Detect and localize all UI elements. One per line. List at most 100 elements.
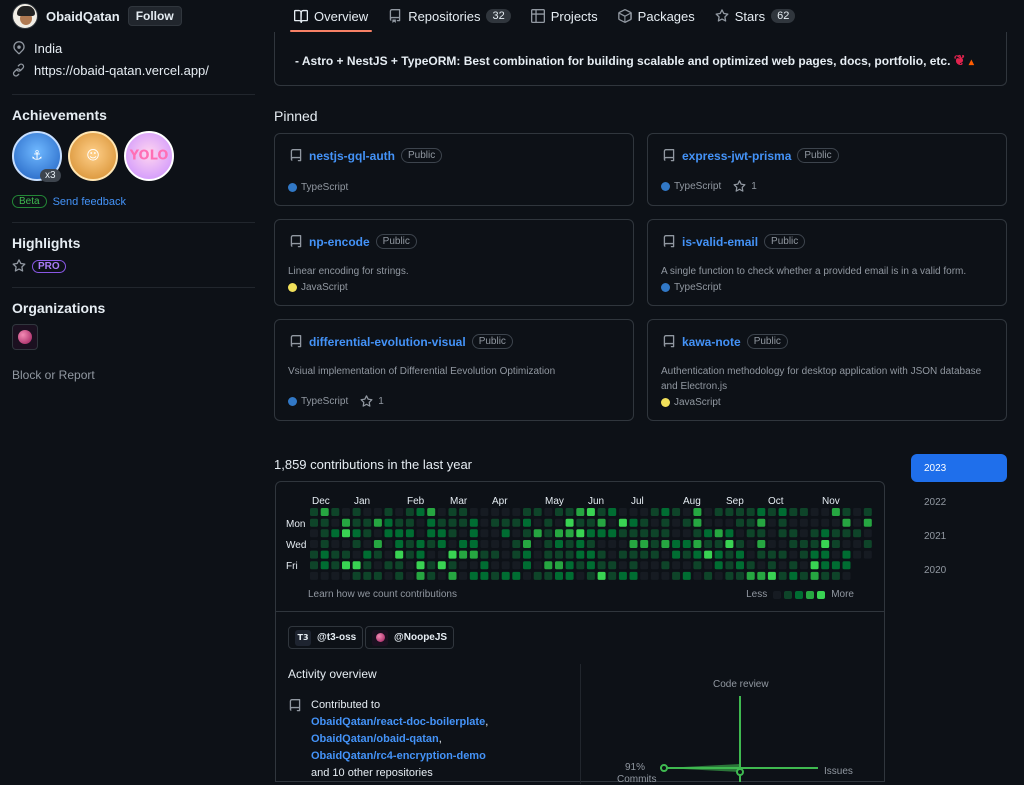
contribution-day-cell[interactable]: [640, 571, 649, 580]
contribution-day-cell[interactable]: [618, 518, 627, 527]
contribution-day-cell[interactable]: [427, 571, 436, 580]
contribution-day-cell[interactable]: [736, 550, 744, 559]
contribution-day-cell[interactable]: [650, 561, 659, 570]
contribution-day-cell[interactable]: [608, 508, 617, 516]
contribution-day-cell[interactable]: [831, 550, 840, 559]
contribution-day-cell[interactable]: [384, 508, 393, 516]
contribution-day-cell[interactable]: [757, 508, 766, 516]
contribution-day-cell[interactable]: [544, 529, 553, 538]
contribution-day-cell[interactable]: [672, 571, 681, 580]
contribution-day-cell[interactable]: [799, 508, 808, 516]
contribution-day-cell[interactable]: [757, 529, 766, 538]
contribution-day-cell[interactable]: [501, 540, 510, 548]
contribution-day-cell[interactable]: [459, 508, 468, 516]
contribution-day-cell[interactable]: [331, 540, 340, 548]
contribution-day-cell[interactable]: [342, 571, 350, 580]
contribution-day-cell[interactable]: [373, 529, 382, 538]
contribution-day-cell[interactable]: [565, 561, 574, 570]
contribution-day-cell[interactable]: [352, 550, 361, 559]
contribution-day-cell[interactable]: [437, 561, 446, 570]
contribution-day-cell[interactable]: [555, 540, 563, 548]
contribution-day-cell[interactable]: [544, 540, 553, 548]
contribution-day-cell[interactable]: [544, 508, 553, 516]
contribution-day-cell[interactable]: [469, 508, 478, 516]
contribution-day-cell[interactable]: [310, 529, 318, 538]
contribution-day-cell[interactable]: [437, 508, 446, 516]
contribution-day-cell[interactable]: [459, 529, 468, 538]
contribution-day-cell[interactable]: [469, 561, 478, 570]
contribution-day-cell[interactable]: [352, 540, 361, 548]
contribution-day-cell[interactable]: [405, 550, 414, 559]
contribution-day-cell[interactable]: [714, 550, 723, 559]
contribution-day-cell[interactable]: [693, 550, 702, 559]
username[interactable]: ObaidQatan: [46, 9, 120, 24]
contribution-day-cell[interactable]: [672, 529, 681, 538]
contribution-day-cell[interactable]: [320, 561, 329, 570]
contribution-day-cell[interactable]: [480, 571, 489, 580]
contribution-day-cell[interactable]: [746, 561, 755, 570]
contribution-day-cell[interactable]: [395, 540, 404, 548]
contribution-day-cell[interactable]: [555, 550, 563, 559]
contribution-day-cell[interactable]: [405, 561, 414, 570]
contribution-day-cell[interactable]: [821, 529, 830, 538]
contribution-day-cell[interactable]: [767, 529, 776, 538]
contribution-day-cell[interactable]: [597, 561, 606, 570]
contribution-day-cell[interactable]: [853, 529, 862, 538]
contribution-day-cell[interactable]: [608, 518, 617, 527]
contribution-day-cell[interactable]: [650, 540, 659, 548]
contribution-day-cell[interactable]: [427, 518, 436, 527]
contribution-day-cell[interactable]: [810, 518, 819, 527]
contribution-day-cell[interactable]: [459, 518, 468, 527]
contribution-day-cell[interactable]: [799, 518, 808, 527]
contribution-day-cell[interactable]: [342, 550, 350, 559]
contribution-day-cell[interactable]: [448, 550, 457, 559]
contribution-day-cell[interactable]: [363, 561, 372, 570]
contribution-day-cell[interactable]: [555, 508, 563, 516]
contribution-day-cell[interactable]: [405, 540, 414, 548]
contribution-day-cell[interactable]: [608, 529, 617, 538]
contribution-day-cell[interactable]: [736, 518, 744, 527]
contributed-repo-link[interactable]: ObaidQatan/react-doc-boilerplate: [311, 716, 485, 728]
achievement-badge-cowboy[interactable]: ☺: [68, 131, 118, 181]
pinned-repo-link[interactable]: express-jwt-prisma: [682, 149, 791, 163]
contribution-day-cell[interactable]: [586, 529, 595, 538]
contribution-day-cell[interactable]: [501, 550, 510, 559]
contribution-day-cell[interactable]: [789, 529, 798, 538]
contribution-day-cell[interactable]: [331, 561, 340, 570]
contribution-day-cell[interactable]: [416, 529, 425, 538]
contribution-day-cell[interactable]: [469, 540, 478, 548]
contribution-day-cell[interactable]: [672, 508, 681, 516]
contribution-day-cell[interactable]: [480, 550, 489, 559]
contribution-day-cell[interactable]: [629, 540, 638, 548]
contribution-day-cell[interactable]: [310, 571, 318, 580]
contribution-day-cell[interactable]: [714, 518, 723, 527]
pinned-repo-link[interactable]: np-encode: [309, 235, 370, 249]
contribution-day-cell[interactable]: [842, 550, 851, 559]
contribution-day-cell[interactable]: [448, 508, 457, 516]
contribution-day-cell[interactable]: [533, 518, 542, 527]
contribution-day-cell[interactable]: [512, 518, 521, 527]
contribution-day-cell[interactable]: [725, 508, 734, 516]
contribution-day-cell[interactable]: [384, 540, 393, 548]
contribution-day-cell[interactable]: [682, 561, 691, 570]
tab-packages[interactable]: Packages: [608, 0, 705, 32]
contribution-day-cell[interactable]: [459, 540, 468, 548]
contribution-day-cell[interactable]: [842, 561, 851, 570]
send-feedback-link[interactable]: Send feedback: [53, 196, 126, 208]
contribution-day-cell[interactable]: [533, 561, 542, 570]
contribution-day-cell[interactable]: [746, 571, 755, 580]
contribution-day-cell[interactable]: [331, 508, 340, 516]
contribution-day-cell[interactable]: [618, 508, 627, 516]
contribution-day-cell[interactable]: [831, 508, 840, 516]
contribution-day-cell[interactable]: [693, 561, 702, 570]
contribution-day-cell[interactable]: [682, 550, 691, 559]
contribution-day-cell[interactable]: [746, 518, 755, 527]
contribution-day-cell[interactable]: [661, 518, 670, 527]
contribution-day-cell[interactable]: [767, 518, 776, 527]
contribution-day-cell[interactable]: [501, 529, 510, 538]
contribution-day-cell[interactable]: [491, 540, 500, 548]
contribution-day-cell[interactable]: [778, 508, 787, 516]
contribution-day-cell[interactable]: [831, 518, 840, 527]
contribution-day-cell[interactable]: [608, 561, 617, 570]
contribution-day-cell[interactable]: [725, 518, 734, 527]
